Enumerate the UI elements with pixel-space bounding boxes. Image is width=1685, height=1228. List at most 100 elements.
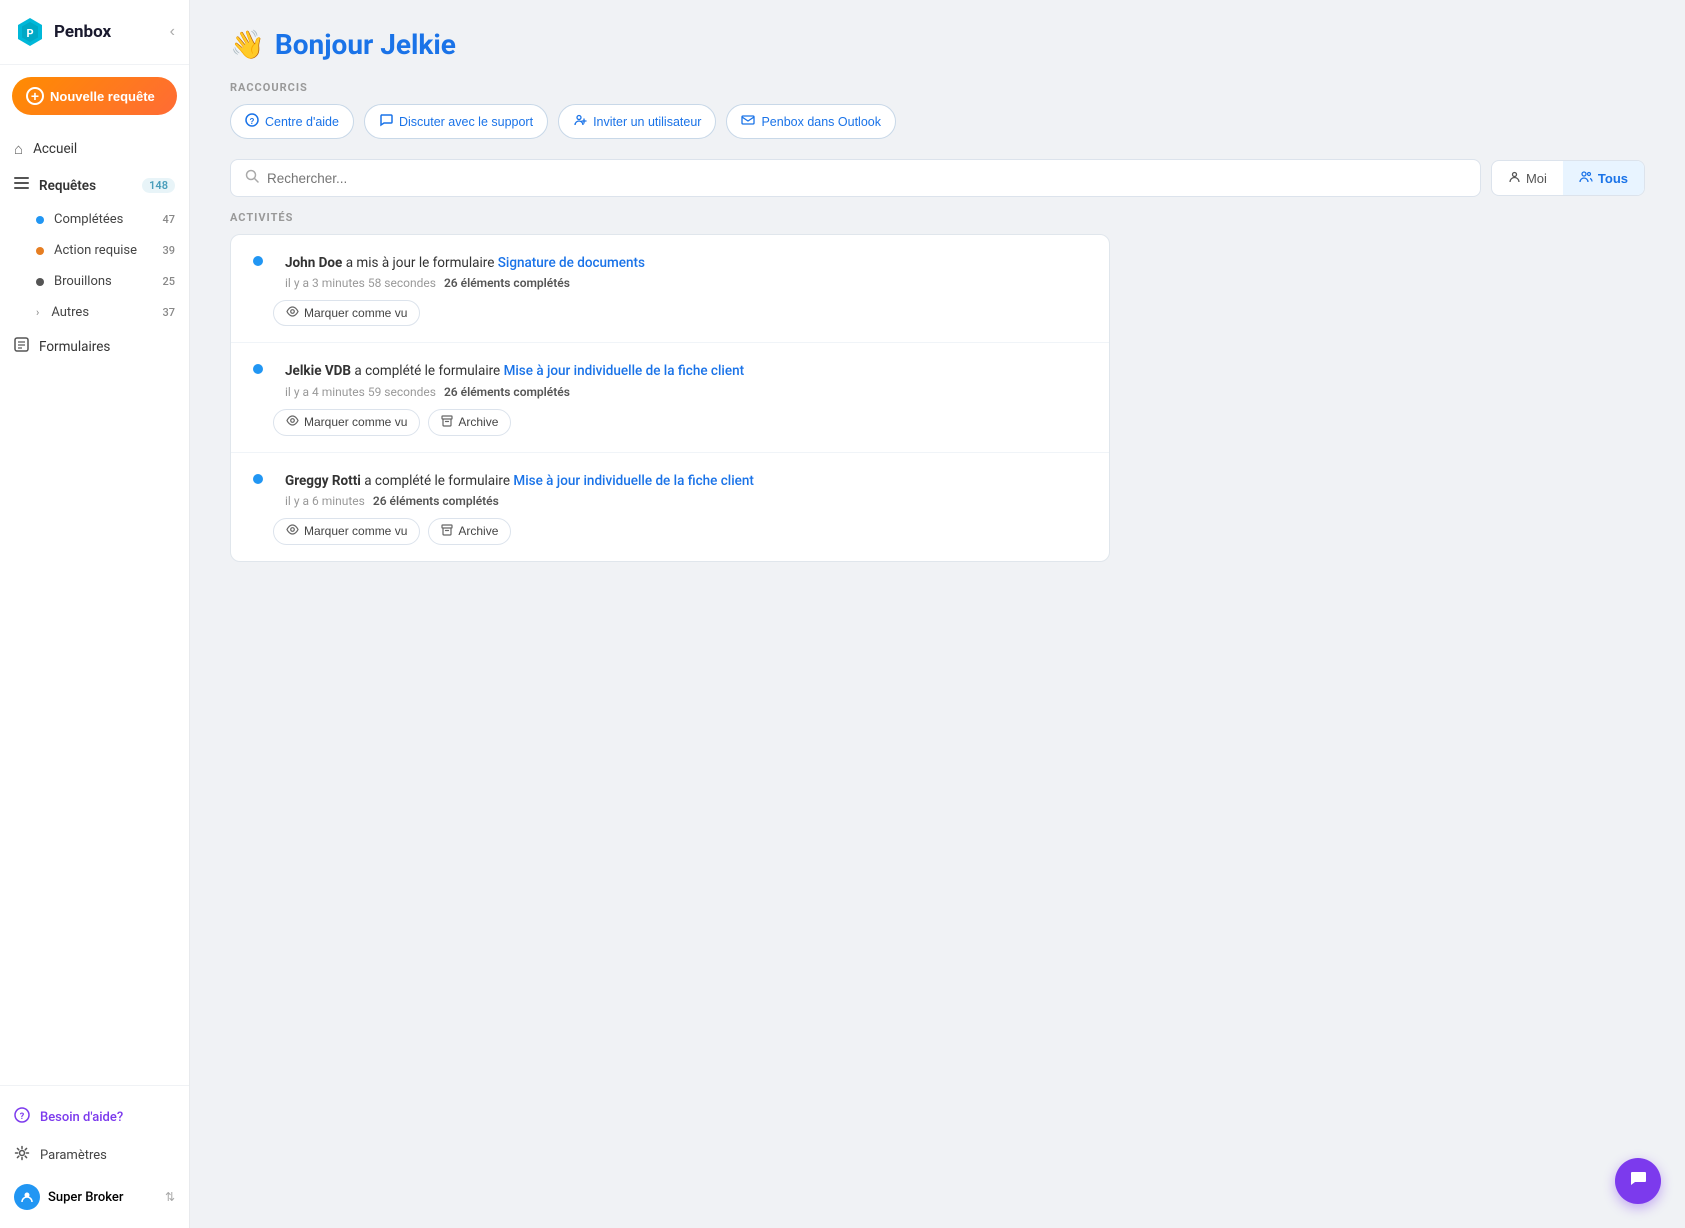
activity-2-content: Jelkie VDB a complété le formulaire Mise… — [285, 361, 744, 398]
shortcut-label-centre-aide: Centre d'aide — [265, 115, 339, 129]
archive-button-3[interactable]: Archive — [428, 518, 511, 545]
help-icon: ? — [14, 1107, 30, 1127]
sidebar-label-brouillons: Brouillons — [54, 274, 152, 289]
activity-3-content: Greggy Rotti a complété le formulaire Mi… — [285, 471, 754, 508]
activity-2-dot — [253, 364, 263, 374]
action-requise-dot — [36, 247, 44, 255]
svg-text:?: ? — [250, 117, 255, 126]
activities-card: John Doe a mis à jour le formulaire Sign… — [230, 234, 1110, 562]
filter-tabs: Moi Tous — [1491, 160, 1645, 196]
chat-bubble-button[interactable] — [1615, 1158, 1661, 1204]
activity-3-count: 26 éléments complétés — [373, 494, 499, 508]
shortcut-label-inviter-utilisateur: Inviter un utilisateur — [593, 115, 701, 129]
sidebar-item-autres[interactable]: › Autres 37 — [0, 297, 189, 328]
activity-1-user: John Doe — [285, 255, 342, 271]
activity-2-header: Jelkie VDB a complété le formulaire Mise… — [253, 361, 1087, 398]
user-add-icon — [573, 113, 587, 130]
shortcut-label-discuter-support: Discuter avec le support — [399, 115, 533, 129]
users-icon — [1579, 170, 1593, 186]
sidebar-label-help: Besoin d'aide? — [40, 1110, 123, 1125]
activity-3-dot — [253, 474, 263, 484]
sidebar-label-completees: Complétées — [54, 212, 152, 227]
activity-3-header: Greggy Rotti a complété le formulaire Mi… — [253, 471, 1087, 508]
archive-label-2: Archive — [458, 415, 498, 429]
autres-chevron-icon: › — [36, 306, 39, 319]
greeting-title: Bonjour Jelkie — [275, 28, 456, 61]
search-box — [230, 159, 1481, 197]
sidebar-collapse-button[interactable]: ‹ — [170, 23, 175, 41]
activity-2-user: Jelkie VDB — [285, 363, 351, 379]
search-filter-row: Moi Tous — [230, 159, 1645, 197]
sidebar-nav: ⌂ Accueil Requêtes 148 Complétées 47 — [0, 123, 189, 1085]
activity-2-text: Jelkie VDB a complété le formulaire Mise… — [285, 361, 744, 381]
activity-1-time: il y a 3 minutes 58 secondes — [285, 276, 436, 290]
chat-bubble-icon — [1627, 1168, 1649, 1195]
archive-button-2[interactable]: Archive — [428, 409, 511, 436]
activity-3-actions: Marquer comme vu Archive — [273, 518, 1087, 545]
activity-3-action: a complété le formulaire — [364, 473, 513, 489]
activity-2-form-link[interactable]: Mise à jour individuelle de la fiche cli… — [504, 363, 745, 379]
search-icon — [245, 169, 259, 187]
new-request-label: Nouvelle requête — [50, 89, 155, 104]
mark-seen-button-1[interactable]: Marquer comme vu — [273, 300, 420, 326]
settings-icon — [14, 1145, 30, 1165]
activity-3-form-link[interactable]: Mise à jour individuelle de la fiche cli… — [513, 473, 754, 489]
home-icon: ⌂ — [14, 140, 23, 158]
activity-3-time: il y a 6 minutes — [285, 494, 365, 508]
sidebar-item-help[interactable]: ? Besoin d'aide? — [0, 1098, 189, 1136]
logo-text: Penbox — [54, 22, 111, 42]
activity-1-header: John Doe a mis à jour le formulaire Sign… — [253, 253, 1087, 290]
shortcut-inviter-utilisateur[interactable]: Inviter un utilisateur — [558, 104, 716, 139]
mark-seen-label-3: Marquer comme vu — [304, 524, 407, 538]
activity-1-meta: il y a 3 minutes 58 secondes 26 éléments… — [285, 276, 645, 290]
new-request-button[interactable]: + Nouvelle requête — [12, 77, 177, 115]
shortcut-centre-aide[interactable]: ? Centre d'aide — [230, 104, 354, 139]
sidebar-label-autres: Autres — [51, 305, 152, 320]
mark-seen-label-1: Marquer comme vu — [304, 306, 407, 320]
mark-seen-label-2: Marquer comme vu — [304, 415, 407, 429]
help-circle-icon: ? — [245, 113, 259, 130]
mark-seen-button-2[interactable]: Marquer comme vu — [273, 409, 420, 436]
sidebar-item-accueil[interactable]: ⌂ Accueil — [0, 131, 189, 167]
shortcut-label-penbox-outlook: Penbox dans Outlook — [761, 115, 881, 129]
autres-badge: 37 — [162, 306, 175, 319]
page-header: 👋 Bonjour Jelkie — [230, 28, 1645, 61]
activity-2-actions: Marquer comme vu Archive — [273, 409, 1087, 436]
chat-icon — [379, 113, 393, 130]
user-area[interactable]: Super Broker ⇅ — [0, 1174, 189, 1220]
tab-tous-label: Tous — [1598, 171, 1628, 186]
shortcut-penbox-outlook[interactable]: Penbox dans Outlook — [726, 104, 896, 139]
sidebar-label-action-requise: Action requise — [54, 243, 152, 258]
mail-icon — [741, 113, 755, 130]
action-requise-badge: 39 — [162, 244, 175, 257]
activity-3-user: Greggy Rotti — [285, 473, 361, 489]
sidebar-item-requetes[interactable]: Requêtes 148 — [0, 167, 189, 204]
main-content: 👋 Bonjour Jelkie RACCOURCIS ? Centre d'a… — [190, 0, 1685, 1228]
archive-icon-3 — [441, 524, 453, 539]
sidebar-item-formulaires[interactable]: Formulaires — [0, 328, 189, 365]
eye-icon-1 — [286, 306, 299, 320]
activity-2-action: a complété le formulaire — [354, 363, 503, 379]
tab-tous[interactable]: Tous — [1563, 161, 1644, 195]
shortcut-discuter-support[interactable]: Discuter avec le support — [364, 104, 548, 139]
activity-1-form-link[interactable]: Signature de documents — [498, 255, 645, 271]
tab-moi[interactable]: Moi — [1492, 161, 1563, 195]
search-input[interactable] — [267, 171, 1466, 186]
archive-label-3: Archive — [458, 524, 498, 538]
sidebar-footer: ? Besoin d'aide? Paramètres Super Brok — [0, 1085, 189, 1228]
shortcuts-container: ? Centre d'aide Discuter avec le support — [230, 104, 1645, 139]
sidebar-item-brouillons[interactable]: Brouillons 25 — [0, 266, 189, 297]
logo-area: P Penbox — [14, 16, 111, 48]
activity-item-3: Greggy Rotti a complété le formulaire Mi… — [231, 453, 1109, 561]
activity-3-meta: il y a 6 minutes 26 éléments complétés — [285, 494, 754, 508]
activity-1-count: 26 éléments complétés — [444, 276, 570, 290]
sidebar-item-action-requise[interactable]: Action requise 39 — [0, 235, 189, 266]
sidebar: P Penbox ‹ + Nouvelle requête ⌂ Accueil … — [0, 0, 190, 1228]
activity-1-dot — [253, 256, 263, 266]
sub-nav: Complétées 47 Action requise 39 Brouillo… — [0, 204, 189, 328]
sidebar-item-completees[interactable]: Complétées 47 — [0, 204, 189, 235]
sidebar-item-settings[interactable]: Paramètres — [0, 1136, 189, 1174]
activity-2-count: 26 éléments complétés — [444, 385, 570, 399]
mark-seen-button-3[interactable]: Marquer comme vu — [273, 518, 420, 545]
activity-2-time: il y a 4 minutes 59 secondes — [285, 385, 436, 399]
